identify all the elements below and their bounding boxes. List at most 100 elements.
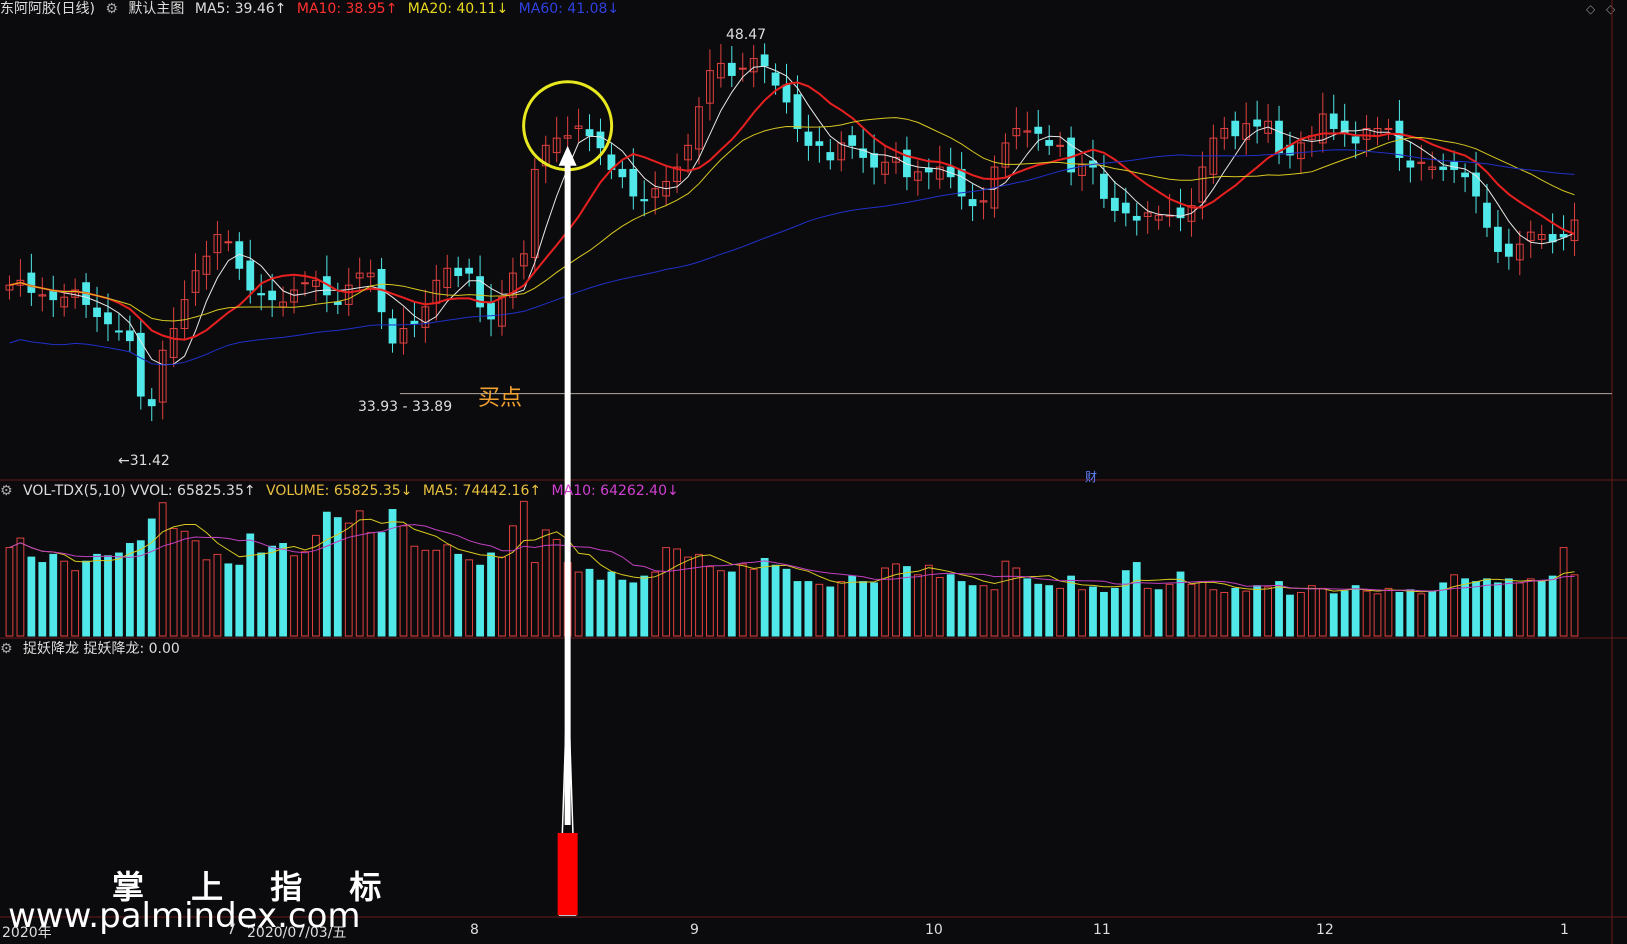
- volume-bar: [738, 563, 747, 637]
- volume-bar: [49, 553, 58, 637]
- volume-bar: [848, 575, 857, 637]
- volume-bar: [498, 556, 506, 637]
- volume-bar: [1526, 578, 1535, 637]
- candle: [1384, 127, 1393, 130]
- volume-bar: [432, 549, 441, 637]
- candle: [388, 318, 397, 344]
- candle: [115, 330, 123, 333]
- volume-bar: [235, 564, 244, 637]
- volume-panel-header: ⚙ VOL-TDX(5,10) VVOL: 65825.35↑ VOLUME: …: [0, 482, 685, 500]
- volume-bar: [1056, 587, 1065, 637]
- volume-bar: [1275, 581, 1283, 637]
- volume-ma5-line: [9, 518, 1575, 593]
- volume-bar: [399, 525, 408, 637]
- volume-bar: [1187, 583, 1196, 637]
- volume-bar: [804, 581, 813, 637]
- candle: [136, 332, 145, 397]
- x-label-1: 1: [1560, 922, 1569, 938]
- candle: [257, 293, 266, 296]
- x-label-11: 11: [1093, 922, 1111, 938]
- candle: [804, 131, 813, 146]
- volume-bar: [968, 585, 977, 637]
- candle: [1472, 172, 1480, 197]
- indicator-readout[interactable]: 捉妖降龙 捉妖降龙: 0.00: [23, 641, 180, 657]
- volume-bar: [913, 574, 922, 637]
- volume-bar: [1537, 581, 1546, 637]
- volume-bar: [837, 581, 846, 637]
- volume-bar: [377, 532, 386, 637]
- candle: [760, 54, 769, 67]
- candle: [629, 168, 638, 197]
- indicator-panel-header: ⚙ 捉妖降龙 捉妖降龙: 0.00: [0, 640, 186, 658]
- volume-bar: [1165, 583, 1174, 637]
- candle: [49, 290, 58, 301]
- volume-settings-icon[interactable]: ⚙: [0, 483, 13, 499]
- volume-bar: [1515, 582, 1524, 637]
- cai-marker[interactable]: 财: [1085, 468, 1097, 485]
- volume-bar: [443, 544, 452, 637]
- ma60-line: [9, 149, 1575, 366]
- volume-bar: [1297, 591, 1305, 637]
- x-label-year: 2020年: [2, 925, 52, 941]
- candle: [1253, 119, 1262, 127]
- x-label-8: 8: [470, 922, 479, 938]
- candle: [333, 301, 342, 305]
- buy-point-label: 买点: [478, 386, 523, 411]
- volume-bar: [771, 564, 780, 637]
- volume-bar: [115, 552, 123, 637]
- volume-bar: [1329, 593, 1338, 637]
- volume-bar: [979, 585, 988, 637]
- candle: [1110, 197, 1119, 211]
- vol-ma10-readout: MA10: 64262.40↓: [551, 483, 679, 499]
- volume-bar: [5, 547, 14, 637]
- volume-bar: [224, 563, 233, 637]
- candle: [1483, 202, 1491, 228]
- volume-bar: [1428, 590, 1437, 637]
- volume-bar: [268, 545, 277, 637]
- volume-bar: [169, 528, 178, 637]
- volume-bar: [1548, 575, 1557, 637]
- volume-bar: [38, 562, 47, 637]
- candle: [246, 260, 255, 291]
- volume-bar: [1351, 585, 1360, 637]
- volume-bar: [60, 560, 69, 637]
- volume-bar: [826, 586, 835, 637]
- volume-bar: [1220, 591, 1229, 637]
- candle: [1504, 243, 1513, 257]
- volume-bar: [629, 582, 638, 637]
- volume-bar: [1001, 560, 1010, 637]
- ma10-line: [9, 81, 1575, 341]
- volume-bar: [596, 579, 605, 637]
- candle: [125, 330, 134, 342]
- volume-bar: [530, 562, 539, 637]
- indicator-settings-icon[interactable]: ⚙: [0, 641, 13, 657]
- volume-bar: [793, 581, 802, 637]
- x-label-9: 9: [690, 922, 699, 938]
- candle: [487, 302, 495, 320]
- volume-bar: [16, 537, 25, 637]
- volume-bar: [552, 538, 561, 637]
- candle: [815, 141, 824, 146]
- volume-bar: [421, 549, 430, 637]
- kline-chart[interactable]: [0, 0, 1627, 944]
- candle: [968, 199, 977, 207]
- volume-bar: [410, 545, 419, 637]
- candle: [104, 312, 112, 325]
- volume-bar: [202, 559, 211, 637]
- candle: [782, 84, 791, 103]
- volume-bar: [1406, 589, 1415, 637]
- volume-bar: [454, 553, 463, 637]
- candle: [618, 168, 627, 178]
- volume-bar: [355, 510, 364, 637]
- volume-bar: [290, 555, 298, 637]
- volume-bar: [257, 552, 266, 637]
- volume-bar: [859, 581, 868, 637]
- volume-bar: [322, 511, 331, 637]
- volume-bar: [760, 557, 769, 637]
- vvol-readout[interactable]: VOL-TDX(5,10) VVOL: 65825.35↑: [23, 483, 256, 499]
- ma5-line: [9, 65, 1575, 366]
- volume-bar: [607, 571, 616, 637]
- candle: [640, 199, 649, 202]
- volume-bar: [574, 571, 583, 637]
- volume-bar: [158, 502, 167, 637]
